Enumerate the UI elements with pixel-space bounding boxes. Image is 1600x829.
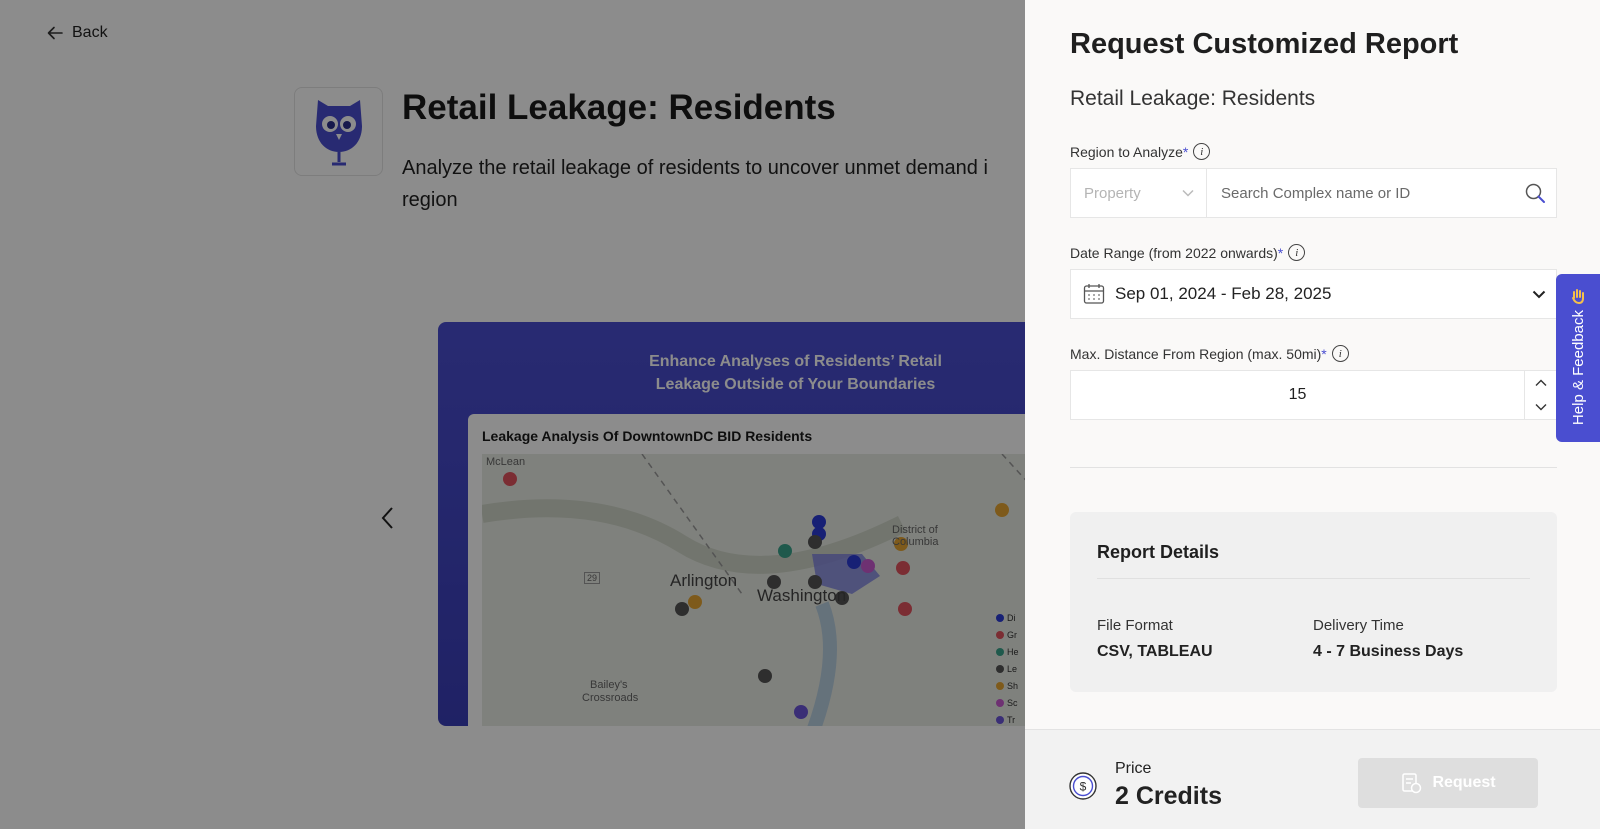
distance-label: Max. Distance From Region (max. 50mi)* i xyxy=(1070,345,1349,362)
file-format-label: File Format xyxy=(1097,617,1173,634)
required-mark: * xyxy=(1182,143,1189,160)
search-icon[interactable] xyxy=(1524,182,1546,204)
calendar-icon xyxy=(1083,284,1105,304)
date-range-label: Date Range (from 2022 onwards)* i xyxy=(1070,244,1306,261)
info-icon[interactable]: i xyxy=(1193,143,1211,160)
chevron-down-icon xyxy=(1535,404,1546,411)
date-range-label-text: Date Range (from 2022 onwards) xyxy=(1070,244,1278,261)
help-feedback-tab[interactable]: Help & Feedback xyxy=(1556,274,1600,442)
chevron-up-icon xyxy=(1535,379,1546,386)
required-mark: * xyxy=(1321,345,1327,362)
chevron-down-icon xyxy=(1532,290,1546,298)
hand-wave-icon xyxy=(1572,289,1584,304)
details-divider xyxy=(1097,578,1530,579)
chevron-down-icon xyxy=(1182,189,1194,197)
distance-label-text: Max. Distance From Region (max. 50mi) xyxy=(1070,345,1322,362)
report-details-title: Report Details xyxy=(1097,542,1220,562)
date-range-picker[interactable]: Sep 01, 2024 - Feb 28, 2025 xyxy=(1070,269,1557,319)
required-mark: * xyxy=(1277,244,1284,261)
distance-stepper: 15 xyxy=(1070,370,1557,420)
region-type-value: Property xyxy=(1084,184,1141,202)
delivery-time-value: 4 - 7 Business Days xyxy=(1313,643,1464,660)
request-button[interactable]: Request xyxy=(1358,758,1538,808)
drawer-title: Request Customized Report xyxy=(1070,28,1459,60)
coin-icon: $ xyxy=(1069,772,1097,800)
date-range-value: Sep 01, 2024 - Feb 28, 2025 xyxy=(1115,284,1332,303)
region-label: Region to Analyze* i xyxy=(1070,143,1211,160)
region-selector: Property xyxy=(1070,168,1557,218)
region-search-input[interactable] xyxy=(1221,184,1501,202)
help-feedback-label: Help & Feedback xyxy=(1569,310,1587,426)
price-value: 2 Credits xyxy=(1115,782,1222,810)
delivery-time-label: Delivery Time xyxy=(1313,617,1404,634)
drawer-subtitle: Retail Leakage: Residents xyxy=(1070,87,1316,110)
region-search-box xyxy=(1206,168,1557,218)
increment-button[interactable] xyxy=(1525,371,1556,395)
region-type-select[interactable]: Property xyxy=(1070,168,1206,218)
stepper-controls xyxy=(1524,371,1556,419)
info-icon[interactable]: i xyxy=(1288,244,1306,261)
decrement-button[interactable] xyxy=(1525,395,1556,419)
modal-backdrop[interactable] xyxy=(0,0,1025,829)
report-details-card: Report Details File Format CSV, TABLEAU … xyxy=(1070,512,1557,692)
region-label-text: Region to Analyze xyxy=(1070,143,1183,160)
drawer-footer: $ Price 2 Credits Request xyxy=(1025,729,1600,829)
svg-text:$: $ xyxy=(1080,780,1087,794)
price-label: Price xyxy=(1115,760,1152,777)
section-divider xyxy=(1070,467,1557,468)
distance-input[interactable]: 15 xyxy=(1071,371,1524,419)
request-button-label: Request xyxy=(1432,774,1496,791)
request-report-drawer: Request Customized Report Retail Leakage… xyxy=(1025,0,1600,829)
info-icon[interactable]: i xyxy=(1331,345,1349,362)
file-format-value: CSV, TABLEAU xyxy=(1097,643,1213,660)
report-icon xyxy=(1402,773,1422,794)
